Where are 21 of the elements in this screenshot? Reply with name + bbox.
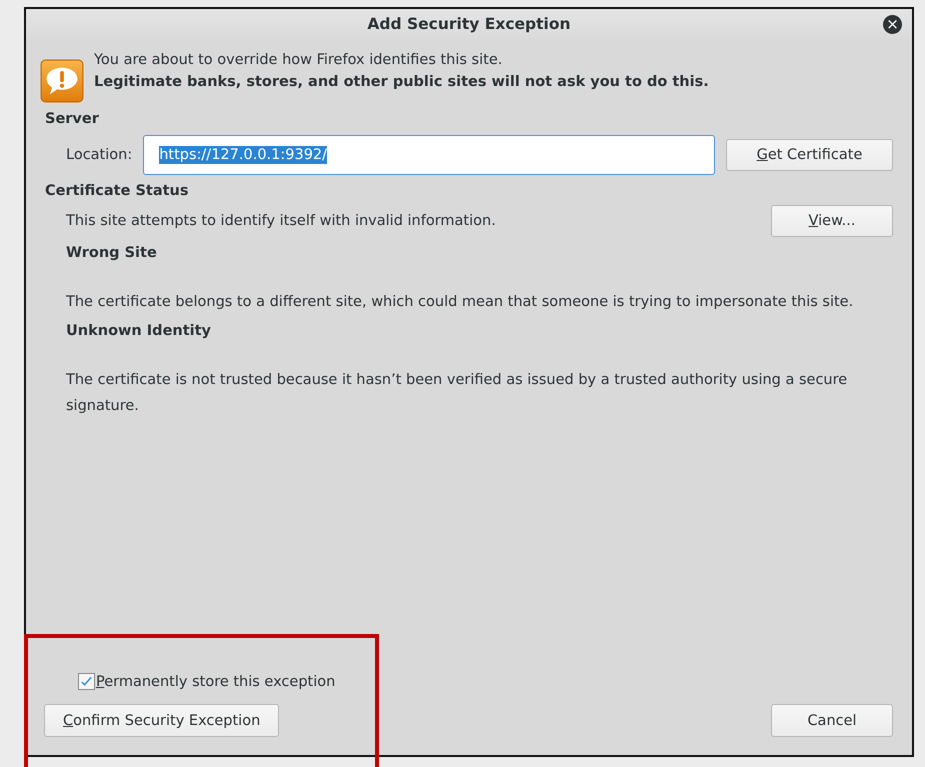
section-heading: Server: [45, 111, 99, 127]
confirm-button[interactable]: Confirm Security Exception: [44, 704, 280, 737]
window-title: Add Security Exception: [367, 15, 571, 33]
close-button[interactable]: ×: [883, 15, 902, 34]
view-button[interactable]: View...: [771, 205, 893, 237]
location-field[interactable]: https://127.0.0.1:9392/: [143, 135, 715, 175]
warning-text: Legitimate banks, stores, and other public sites will not ask you to do this.: [94, 74, 709, 90]
problem-description: The certificate is not trusted because it hasn’t been verified as issued by a trusted authority using a secure signature.: [66, 371, 848, 416]
warning-icon: [40, 59, 84, 103]
get-certificate-button[interactable]: Get Certificate: [726, 139, 893, 171]
problem-title: Unknown Identity: [66, 323, 212, 339]
problem-title: Wrong Site: [66, 245, 158, 261]
cancel-button[interactable]: Cancel: [771, 704, 893, 737]
location-label: Location:: [66, 147, 132, 163]
location-value: https://127.0.0.1:9392/: [159, 146, 328, 164]
status-summary: This site attempts to identify itself with invalid information.: [66, 213, 496, 229]
problem-description: The certificate belongs to a different site, which could mean that someone is trying to impersonate this site.: [66, 293, 854, 312]
section-heading: Certificate Status: [45, 183, 189, 199]
checkbox-label[interactable]: Permanently store this exception: [96, 674, 336, 690]
checkbox[interactable]: [78, 673, 95, 690]
warning-text: You are about to override how Firefox identifies this site.: [94, 52, 504, 68]
